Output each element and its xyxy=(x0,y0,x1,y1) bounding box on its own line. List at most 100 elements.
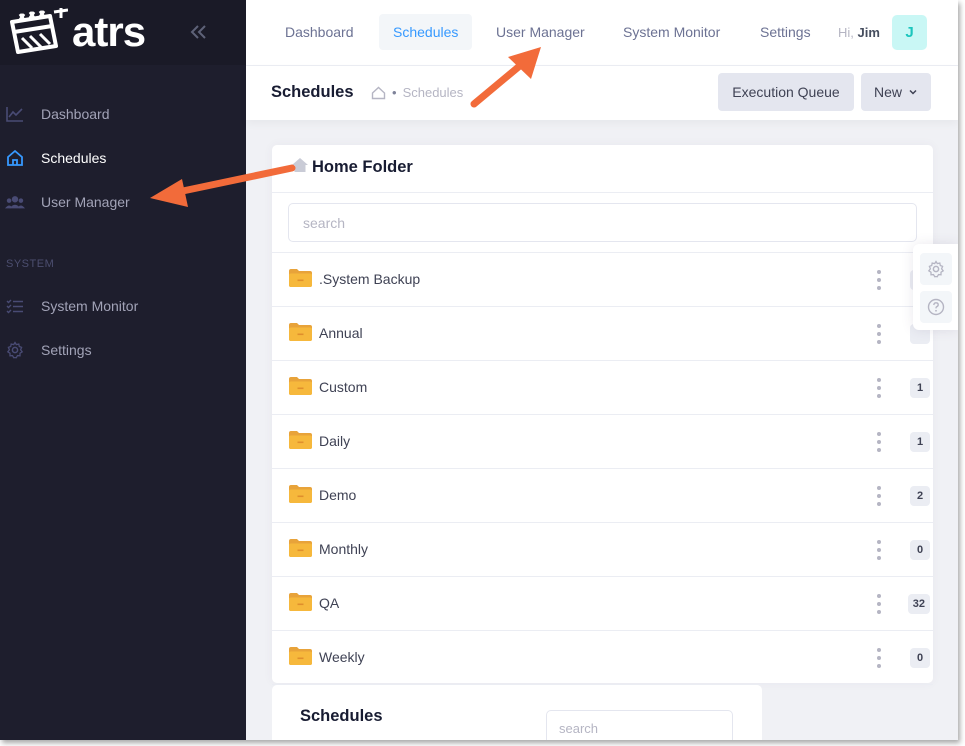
folder-icon xyxy=(288,430,313,455)
tab-label: Dashboard xyxy=(285,24,354,40)
sidebar-section-label: SYSTEM xyxy=(6,258,55,270)
folder-icon xyxy=(288,376,313,401)
folder-icon xyxy=(288,484,313,509)
schedules-search-input[interactable] xyxy=(546,710,733,740)
folder-name: Custom xyxy=(319,379,368,395)
sidebar-item-schedules[interactable]: Schedules xyxy=(0,138,246,178)
folder-icon xyxy=(288,592,313,617)
logo-text: atrs xyxy=(72,8,146,55)
folder-options-icon[interactable] xyxy=(874,324,884,344)
folder-row[interactable]: Monthly 0 xyxy=(272,523,933,577)
tab-settings[interactable]: Settings xyxy=(746,14,825,50)
button-label: New xyxy=(873,84,902,100)
sidebar-item-settings[interactable]: Settings xyxy=(0,330,246,370)
folder-name: QA xyxy=(319,595,340,611)
folder-count-badge: 0 xyxy=(910,540,930,560)
sidebar-item-label: Schedules xyxy=(41,150,107,166)
folder-icon xyxy=(288,646,313,671)
breadcrumb: • Schedules xyxy=(371,85,463,100)
tab-schedules[interactable]: Schedules xyxy=(379,14,473,50)
tab-label: System Monitor xyxy=(623,24,721,40)
users-icon xyxy=(5,192,25,212)
logo-calendar-icon xyxy=(10,8,68,54)
folder-name: Weekly xyxy=(319,649,365,665)
schedules-panel: Schedules xyxy=(272,685,762,740)
folder-name: .System Backup xyxy=(319,271,421,287)
folder-row[interactable]: Weekly 0 xyxy=(272,631,933,685)
subheader: Schedules • Schedules Execution Queue Ne… xyxy=(246,66,958,120)
sticky-toolbar xyxy=(913,244,958,330)
help-button[interactable] xyxy=(920,291,952,323)
folder-options-icon[interactable] xyxy=(874,486,884,506)
execution-queue-button[interactable]: Execution Queue xyxy=(718,73,854,111)
sidebar-item-system-monitor[interactable]: System Monitor xyxy=(0,286,246,326)
folder-options-icon[interactable] xyxy=(874,540,884,560)
folder-name: Demo xyxy=(319,487,357,503)
sidebar: atrs Dashboard Schedules User Manager SY… xyxy=(0,0,246,740)
folder-name: Annual xyxy=(319,325,363,341)
folder-panel-header: Home Folder xyxy=(272,145,933,193)
sidebar-item-label: System Monitor xyxy=(41,298,139,314)
home-icon xyxy=(5,148,25,168)
user-name: Jim xyxy=(857,25,880,40)
greeting-prefix: Hi, xyxy=(838,25,854,40)
help-circle-icon xyxy=(927,298,945,316)
breadcrumb-home-link[interactable] xyxy=(371,86,386,100)
sidebar-item-label: Settings xyxy=(41,342,92,358)
home-outline-icon xyxy=(371,86,386,99)
sidebar-item-label: User Manager xyxy=(41,194,130,210)
sidebar-item-dashboard[interactable]: Dashboard xyxy=(0,94,246,134)
button-label: Execution Queue xyxy=(732,84,840,100)
folder-panel-title: Home Folder xyxy=(312,158,413,176)
folder-options-icon[interactable] xyxy=(874,432,884,452)
folder-row[interactable]: Demo 2 xyxy=(272,469,933,523)
sidebar-collapse-button[interactable] xyxy=(186,20,210,44)
folder-row[interactable]: Daily 1 xyxy=(272,415,933,469)
folder-count-badge: 1 xyxy=(910,432,930,452)
double-chevron-left-icon xyxy=(190,25,206,39)
logo[interactable]: atrs xyxy=(6,8,146,56)
tab-system-monitor[interactable]: System Monitor xyxy=(609,14,734,50)
sidebar-item-user-manager[interactable]: User Manager xyxy=(0,182,246,222)
user-greeting[interactable]: Hi, Jim xyxy=(838,25,880,40)
page-title: Schedules xyxy=(271,83,354,101)
chart-line-icon xyxy=(5,104,25,124)
settings-button[interactable] xyxy=(920,253,952,285)
tab-user-manager[interactable]: User Manager xyxy=(482,14,599,50)
avatar[interactable]: J xyxy=(892,15,927,50)
folder-row[interactable]: .System Backup xyxy=(272,253,933,307)
folder-search-wrap xyxy=(272,193,933,253)
chevron-down-icon xyxy=(909,89,917,95)
top-navigation: Dashboard Schedules User Manager System … xyxy=(246,0,958,66)
folder-count-badge: 0 xyxy=(910,648,930,668)
breadcrumb-separator: • xyxy=(392,85,397,100)
sidebar-item-label: Dashboard xyxy=(41,106,110,122)
tab-dashboard[interactable]: Dashboard xyxy=(271,14,368,50)
gear-icon xyxy=(927,260,945,278)
tab-label: User Manager xyxy=(496,24,585,40)
folder-icon xyxy=(288,268,313,293)
folder-options-icon[interactable] xyxy=(874,648,884,668)
folder-name: Monthly xyxy=(319,541,369,557)
folder-icon xyxy=(288,322,313,347)
folder-count-badge: 32 xyxy=(907,594,930,614)
folder-options-icon[interactable] xyxy=(874,378,884,398)
schedules-panel-title: Schedules xyxy=(300,707,383,725)
new-dropdown-button[interactable]: New xyxy=(861,73,931,111)
folder-row[interactable]: Custom 1 xyxy=(272,361,933,415)
folder-row[interactable]: QA 32 xyxy=(272,577,933,631)
folder-icon xyxy=(288,538,313,563)
folder-name: Daily xyxy=(319,433,351,449)
gear-icon xyxy=(5,340,25,360)
sidebar-brand: atrs xyxy=(0,0,246,65)
folder-search-input[interactable] xyxy=(288,203,917,242)
app-window: atrs Dashboard Schedules User Manager SY… xyxy=(0,0,958,740)
tab-label: Settings xyxy=(760,24,811,40)
folder-options-icon[interactable] xyxy=(874,594,884,614)
breadcrumb-current[interactable]: Schedules xyxy=(403,85,464,100)
folder-options-icon[interactable] xyxy=(874,270,884,290)
checklist-icon xyxy=(5,296,25,316)
folder-row[interactable]: Annual xyxy=(272,307,933,361)
tab-label: Schedules xyxy=(393,24,459,40)
folder-panel: Home Folder .System BackupAnnualCustom1D… xyxy=(272,145,933,685)
